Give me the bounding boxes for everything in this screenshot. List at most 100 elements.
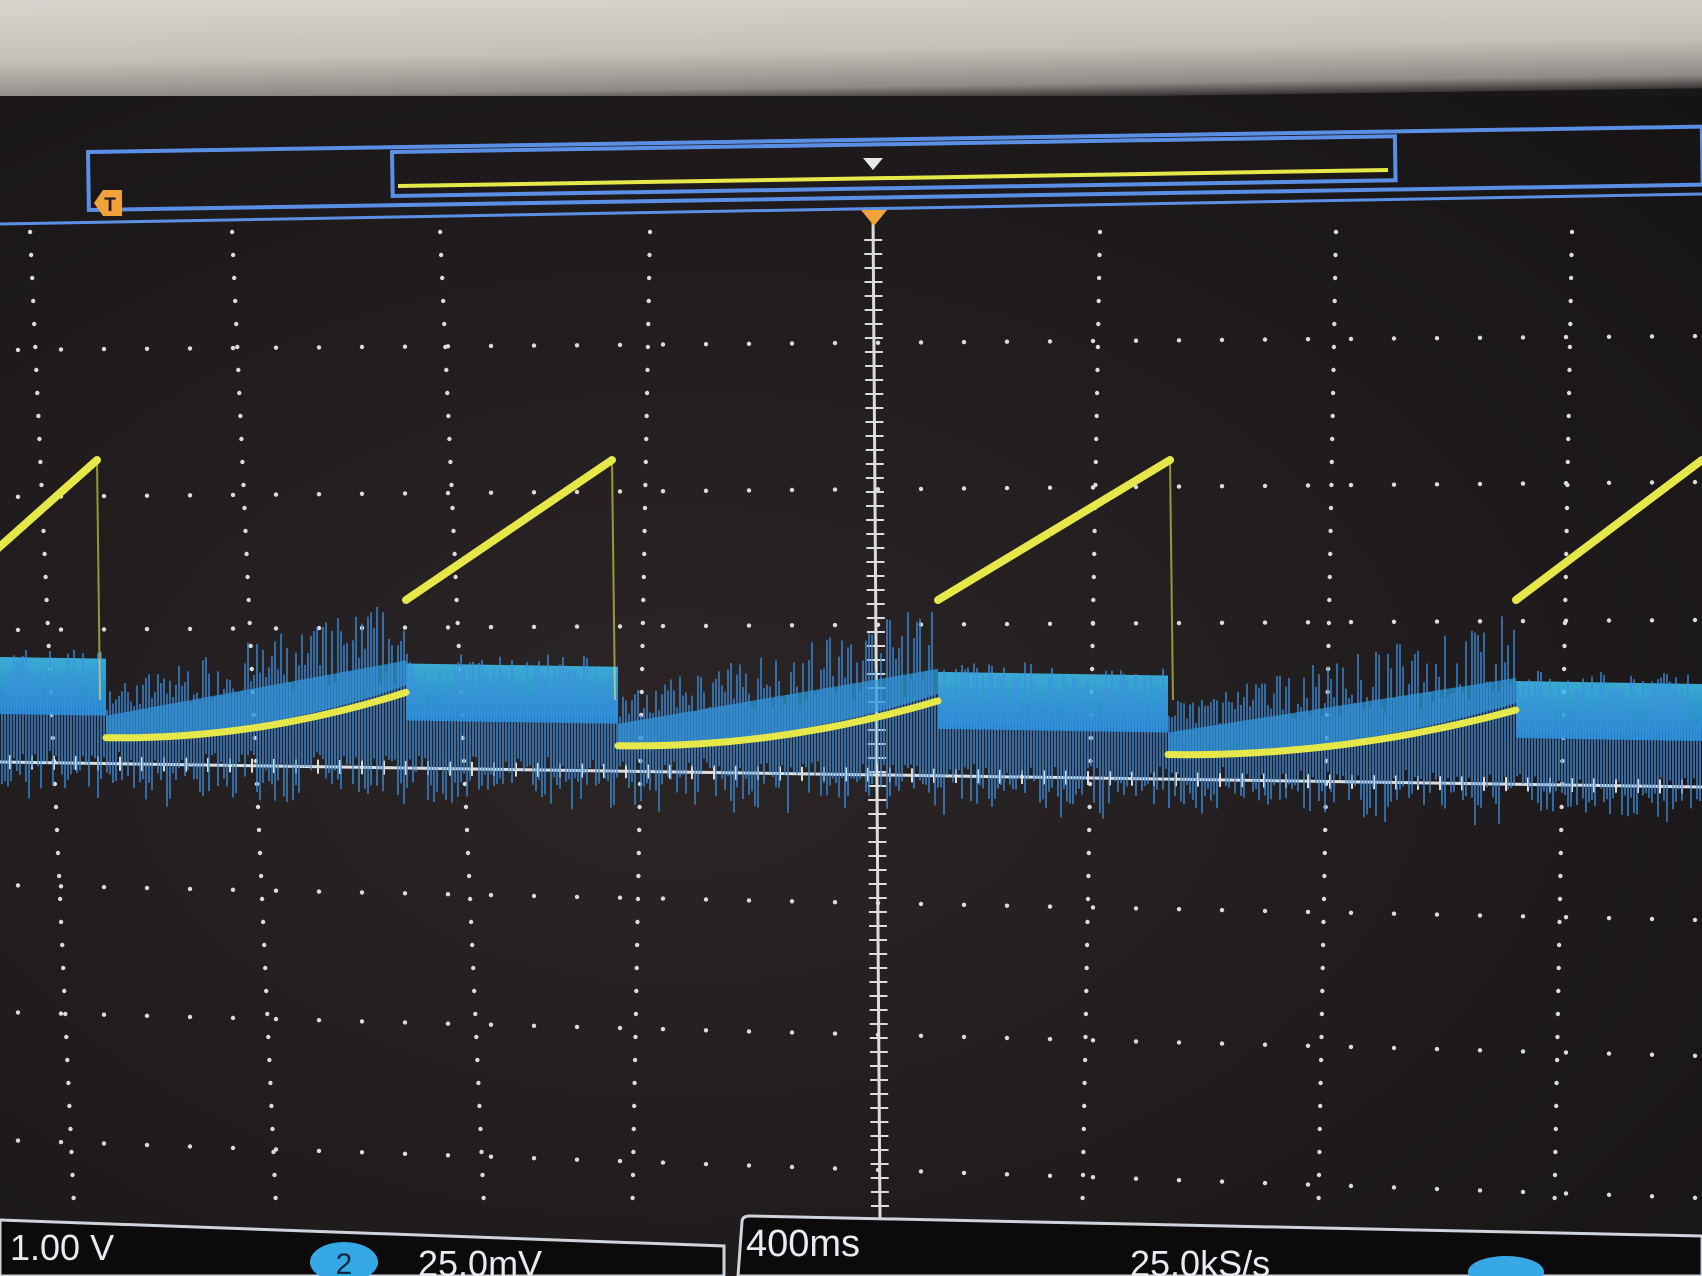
grid-dot <box>463 804 469 810</box>
grid-dot <box>476 1080 481 1086</box>
grid-dot <box>70 1172 75 1178</box>
grid-dot <box>1318 1103 1323 1109</box>
grid-dot <box>1320 988 1325 994</box>
grid-dot <box>488 892 494 898</box>
grid-dot <box>646 321 651 327</box>
grid-dot <box>1566 436 1571 442</box>
timebase-scale[interactable]: 400ms <box>746 1223 860 1265</box>
grid-dot <box>481 1195 486 1201</box>
grid-dot <box>55 850 61 856</box>
grid-dot <box>1434 336 1440 341</box>
grid-dot <box>28 252 34 258</box>
grid-dot <box>1090 1175 1096 1180</box>
grid-dot <box>246 597 251 603</box>
grid-dot <box>1391 336 1397 341</box>
grid-dot <box>1391 1185 1397 1190</box>
grid-dot <box>454 597 459 603</box>
grid-dot <box>1553 1126 1559 1132</box>
grid-dot <box>1553 1149 1558 1155</box>
grid-dot <box>470 942 475 948</box>
grid-dot <box>1090 485 1096 490</box>
grid-dot <box>58 1011 64 1016</box>
grid-dot <box>1328 528 1333 534</box>
grid-dot <box>635 896 641 902</box>
grid-dot <box>961 1034 967 1040</box>
grid-dot <box>631 1126 636 1132</box>
grid-dot <box>479 1149 484 1155</box>
grid-dot <box>631 1149 636 1155</box>
grid-dot <box>240 459 245 465</box>
grid-dot <box>273 492 279 497</box>
grid-dot <box>1606 1192 1612 1198</box>
grid-dot <box>54 827 60 833</box>
grid-dot <box>273 1016 279 1022</box>
grid-dot <box>488 1154 494 1159</box>
trigger-position-icon <box>863 158 883 170</box>
grid-dot <box>1330 436 1335 442</box>
grid-dot <box>1085 919 1090 925</box>
grid-dot <box>437 229 443 235</box>
grid-dot <box>633 1011 639 1017</box>
grid-dot <box>1219 1041 1225 1046</box>
grid-dot <box>1649 480 1655 485</box>
grid-dot <box>71 1195 76 1201</box>
grid-dot <box>1552 1172 1558 1178</box>
grid-dot <box>230 1145 236 1151</box>
grid-dot <box>1559 827 1564 833</box>
grid-dot <box>1563 481 1569 486</box>
grid-dot <box>1004 485 1010 491</box>
grid-dot <box>468 919 474 925</box>
grid-dot <box>531 893 537 899</box>
grid-dot <box>1176 484 1182 489</box>
channel-1-ramp <box>934 456 1174 604</box>
channel-1-scale[interactable]: 1.00 V <box>10 1227 114 1268</box>
grid-dot <box>1327 597 1332 603</box>
grid-dot <box>248 643 253 649</box>
grid-dot <box>64 1034 69 1040</box>
grid-dot <box>1606 480 1612 485</box>
grid-dot <box>1322 873 1327 879</box>
grid-dot <box>1320 965 1325 971</box>
grid-dot <box>1093 459 1099 465</box>
grid-dot <box>144 1013 150 1018</box>
grid-dot <box>450 505 455 511</box>
grid-dot <box>1262 337 1268 342</box>
grid-dot <box>69 1149 74 1155</box>
grid-dot <box>1321 896 1327 902</box>
grid-dot <box>645 344 651 350</box>
grid-dot <box>445 625 451 630</box>
grid-dot <box>15 627 21 633</box>
grid-dot <box>471 965 476 971</box>
grid-dot <box>402 891 408 896</box>
grid-dot <box>1219 484 1225 489</box>
grid-dot <box>60 942 65 948</box>
grid-dot <box>451 528 456 534</box>
grid-dot <box>1330 413 1335 419</box>
grid-dot <box>1087 827 1092 833</box>
channel-2-scale[interactable]: 25.0mV <box>418 1243 542 1276</box>
grid-dot <box>229 229 235 235</box>
grid-dot <box>63 1011 68 1017</box>
grid-dot <box>645 367 650 373</box>
grid-dot <box>67 1103 72 1109</box>
trigger-flag-letter: T <box>104 195 116 216</box>
grid-dot <box>1082 1103 1087 1109</box>
grid-dot <box>531 490 537 495</box>
grid-dot <box>445 1153 451 1158</box>
grid-dot <box>832 622 838 628</box>
grid-dot <box>703 488 709 493</box>
grid-dot <box>1554 1103 1559 1109</box>
grid-dot <box>1606 618 1612 623</box>
grid-dot <box>1327 574 1333 580</box>
grid-dot <box>43 574 48 580</box>
grid-dot <box>1649 916 1655 922</box>
grid-dot <box>918 1033 924 1039</box>
grid-dot <box>1094 390 1100 396</box>
grid-dot <box>1331 367 1336 373</box>
grid-dot <box>574 624 580 629</box>
grid-dot <box>66 1080 71 1086</box>
grid-dot <box>42 551 47 557</box>
grid-dot <box>1328 551 1333 557</box>
grid-dot <box>475 1057 480 1063</box>
grid-dot <box>1219 907 1225 913</box>
